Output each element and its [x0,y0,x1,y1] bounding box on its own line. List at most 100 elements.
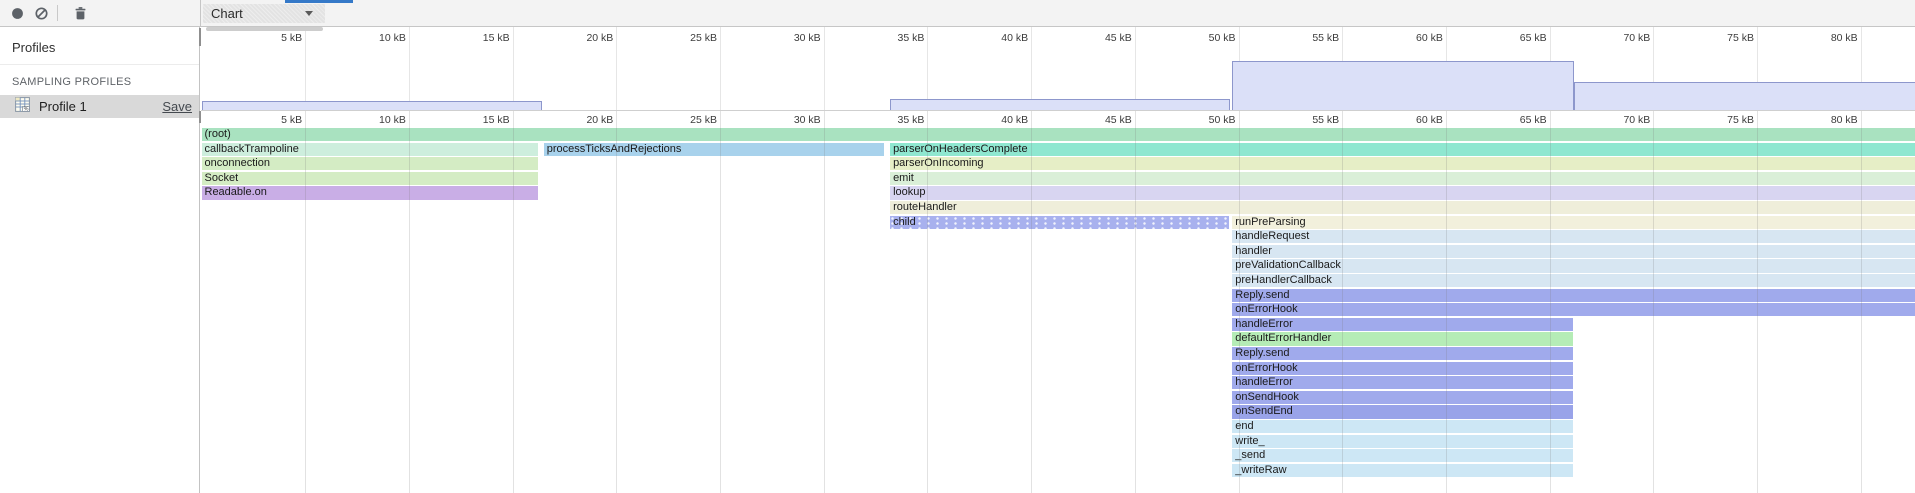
flame-gridline [1239,111,1240,493]
toolbar-divider [57,5,58,21]
overview-gridline [616,27,617,110]
overview-tick-label: 65 kB [1483,32,1547,44]
flame-tick-label: 25 kB [653,114,717,126]
overview-gridline [513,27,514,110]
flame-gridline [927,111,928,493]
view-mode-select[interactable]: Chart [203,4,325,23]
overview-tick-label: 55 kB [1275,32,1339,44]
flame-tick-label: 45 kB [1068,114,1132,126]
flame-frame-handlerequest[interactable]: handleRequest [1232,230,1915,243]
svg-text:%: % [24,106,29,112]
flame-tick-label: 30 kB [757,114,821,126]
overview-gridline [824,27,825,110]
overview-gridline [927,27,928,110]
overview-gridline [720,27,721,110]
flame-gridline [1031,111,1032,493]
overview-tick-label: 40 kB [964,32,1028,44]
overview-gridline [305,27,306,110]
flame-frame-handler[interactable]: handler [1232,245,1915,258]
flame-gridline [1550,111,1551,493]
flame-tick-label: 5 kB [238,114,302,126]
overview-gridline [1135,27,1136,110]
chevron-down-icon [305,11,313,16]
flame-tick-label: 65 kB [1483,114,1547,126]
overview-tick-label: 80 kB [1794,32,1858,44]
allocation-overview-pane[interactable]: 5 kB10 kB15 kB20 kB25 kB30 kB35 kB40 kB4… [201,27,1915,111]
delete-profile-button[interactable] [72,5,89,22]
flame-frame-handleerror[interactable]: handleError [1232,318,1573,331]
flame-gridline [513,111,514,493]
overview-tick-label: 20 kB [549,32,613,44]
flame-tick-label: 10 kB [342,114,406,126]
pane-divider [200,0,201,26]
flame-tick-label: 55 kB [1275,114,1339,126]
flame-frame-runpreparsing[interactable]: runPreParsing [1232,216,1915,229]
save-profile-link[interactable]: Save [162,99,192,114]
flame-frame-onsendend[interactable]: onSendEnd [1232,405,1573,418]
flame-frame-reply-send[interactable]: Reply.send [1232,289,1915,302]
sidebar-item-profile-1[interactable]: % Profile 1 Save [0,95,199,118]
flame-tick-label: 80 kB [1794,114,1858,126]
flame-tick-label: 35 kB [860,114,924,126]
overview-tick-label: 25 kB [653,32,717,44]
flame-gridline [720,111,721,493]
flame-frame-handleerror[interactable]: handleError [1232,376,1573,389]
flame-edge-mark [199,111,201,123]
flame-frame-lookup[interactable]: lookup [890,186,1915,199]
flame-frame-send[interactable]: _send [1232,449,1573,462]
flame-tick-label: 75 kB [1690,114,1754,126]
flame-frame-child[interactable]: child [890,216,1229,229]
flame-frame-prehandlercallback[interactable]: preHandlerCallback [1232,274,1915,287]
overview-edge-mark [199,28,201,46]
flame-frame-onconnection[interactable]: onconnection [202,157,539,170]
flame-frame-processticksandrejections[interactable]: processTicksAndRejections [544,143,885,156]
flame-tick-label: 50 kB [1172,114,1236,126]
flame-frame-routehandler[interactable]: routeHandler [890,201,1915,214]
flame-gridline [824,111,825,493]
record-button[interactable] [9,5,26,22]
flame-frame-socket[interactable]: Socket [202,172,539,185]
flame-frame-end[interactable]: end [1232,420,1573,433]
clear-all-button[interactable] [33,5,50,22]
flame-frame-readable-on[interactable]: Readable.on [202,186,539,199]
profiles-sidebar: Profiles SAMPLING PROFILES % Profile 1 S… [0,27,200,493]
flame-frame-callbacktrampoline[interactable]: callbackTrampoline [202,143,539,156]
flame-gridline [1653,111,1654,493]
view-mode-value: Chart [203,6,305,21]
flame-tick-label: 15 kB [446,114,510,126]
overview-tick-label: 5 kB [238,32,302,44]
flame-gridline [305,111,306,493]
flame-frame-onsendhook[interactable]: onSendHook [1232,391,1573,404]
overview-area-segment [1574,82,1915,110]
overview-tick-label: 35 kB [860,32,924,44]
flame-gridline [1757,111,1758,493]
flame-frame-defaulterrorhandler[interactable]: defaultErrorHandler [1232,332,1573,345]
flame-tick-label: 40 kB [964,114,1028,126]
flame-frame-reply-send[interactable]: Reply.send [1232,347,1573,360]
flame-gridline [616,111,617,493]
record-circle-icon [9,9,26,26]
flame-frame-parseronincoming[interactable]: parserOnIncoming [890,157,1915,170]
flame-frame-root[interactable]: (root) [202,128,1915,141]
flame-frame-writeraw[interactable]: _writeRaw [1232,464,1573,477]
overview-tick-label: 75 kB [1690,32,1754,44]
flame-frame-emit[interactable]: emit [890,172,1915,185]
flame-frame-parseronheaderscomplete[interactable]: parserOnHeadersComplete [890,143,1915,156]
horizontal-scroll-indicator[interactable] [206,27,323,31]
sidebar-title: Profiles [0,27,199,65]
profile-name: Profile 1 [39,99,162,114]
flame-frame-prevalidationcallback[interactable]: preValidationCallback [1232,259,1915,272]
flame-frame-onerrorhook[interactable]: onErrorHook [1232,362,1573,375]
trash-icon [72,9,89,26]
active-tab-underline [285,0,353,3]
overview-gridline [409,27,410,110]
flame-gridline [1135,111,1136,493]
flame-frame-write[interactable]: write_ [1232,435,1573,448]
overview-tick-label: 15 kB [446,32,510,44]
overview-area-segment [1232,61,1574,110]
flame-tick-label: 60 kB [1379,114,1443,126]
overview-gridline [1031,27,1032,110]
toolbar: Chart [0,0,1915,27]
overview-tick-label: 10 kB [342,32,406,44]
flame-frame-onerrorhook[interactable]: onErrorHook [1232,303,1915,316]
